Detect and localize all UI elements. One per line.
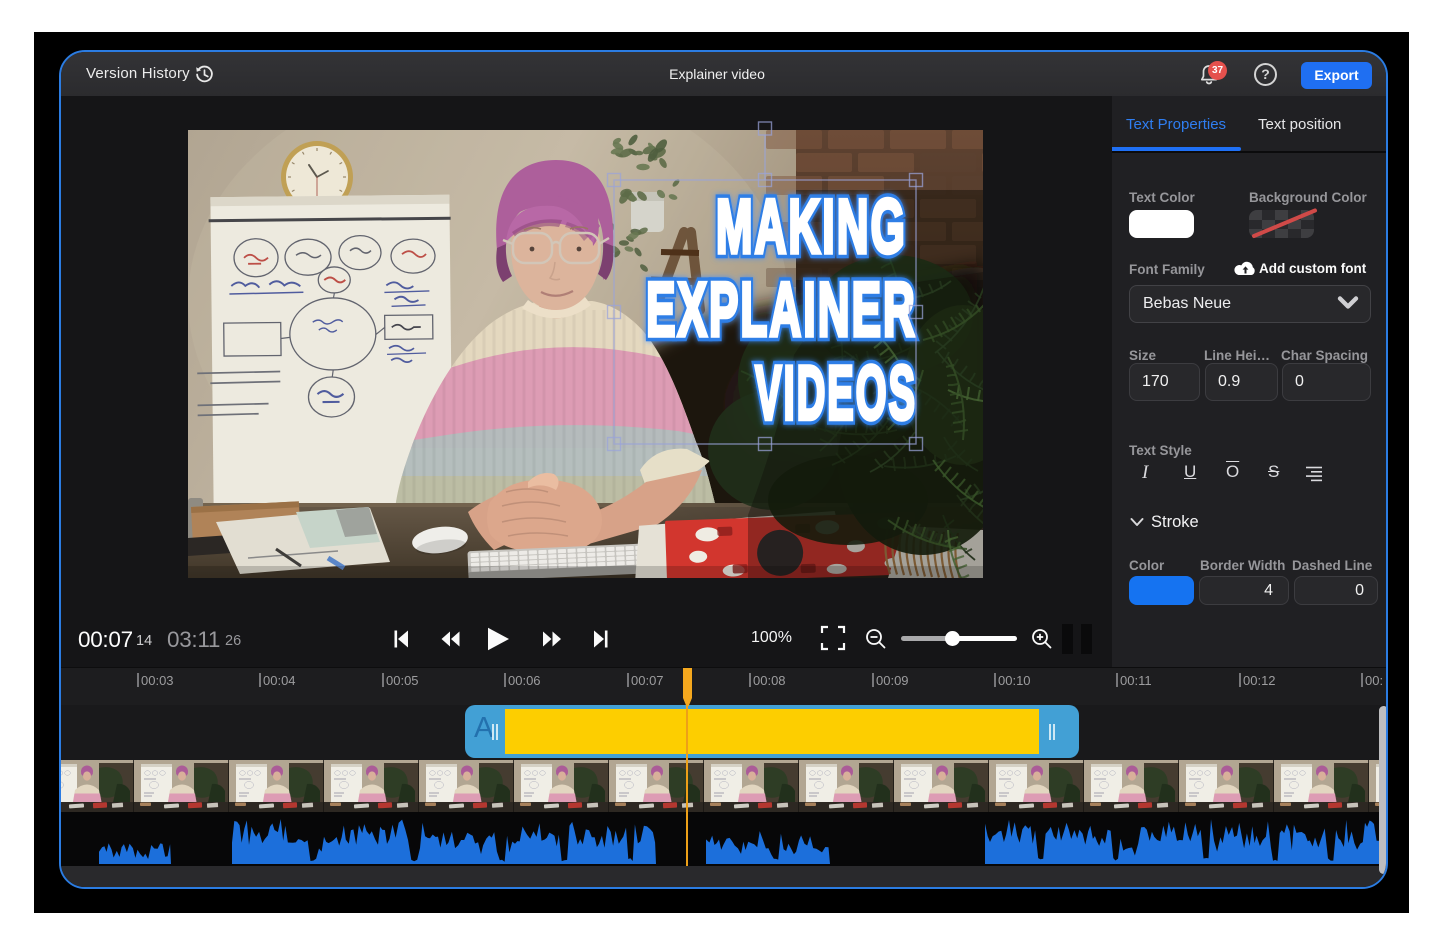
svg-text:EXPLAINER: EXPLAINER: [646, 268, 917, 353]
svg-text:VIDEOS: VIDEOS: [755, 350, 917, 435]
svg-text:MAKING: MAKING: [716, 185, 907, 270]
